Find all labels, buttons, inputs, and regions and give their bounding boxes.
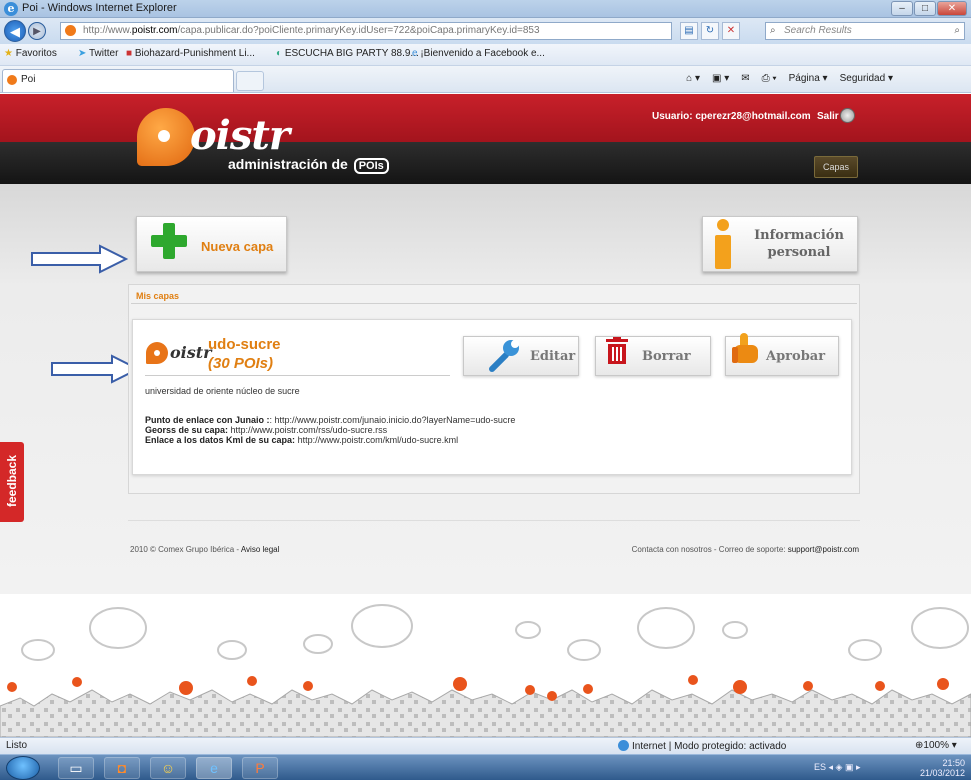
- search-input[interactable]: ⌕ Search Results ⌕: [765, 22, 965, 40]
- search-provider-icon: ⌕: [770, 25, 776, 36]
- fav-item-escucha[interactable]: ◐ ESCUCHA BIG PARTY 88.9...: [276, 48, 419, 59]
- start-button[interactable]: [6, 756, 40, 780]
- favorites-bar: ★ Favoritos ➤ Twitter ■ Biohazard-Punish…: [0, 44, 971, 66]
- my-layers-panel: Mis capas oistr udo-sucre (30 POIs) univ…: [128, 284, 860, 494]
- tab-poi[interactable]: Poi: [2, 69, 234, 92]
- edit-button[interactable]: Editar: [463, 336, 579, 376]
- layer-links: Punto de enlace con Junaio :: http://www…: [145, 415, 516, 445]
- page-icon: ◐: [276, 48, 283, 59]
- ie-page-icon: e: [412, 48, 418, 59]
- fav-item-facebook[interactable]: e ¡Bienvenido a Facebook e...: [412, 48, 545, 59]
- city-skyline-illustration: [0, 604, 971, 737]
- refresh-icon[interactable]: ↻: [701, 22, 719, 40]
- plus-icon: [151, 223, 187, 259]
- minimize-button[interactable]: –: [891, 1, 913, 16]
- contact-link[interactable]: Contacta con nosotros - Correo de soport…: [632, 545, 788, 554]
- favorites-button[interactable]: ★ Favoritos: [4, 48, 57, 59]
- trash-icon: [606, 337, 628, 364]
- fav-item-biohazard[interactable]: ■ Biohazard-Punishment Li...: [126, 48, 255, 59]
- clock[interactable]: 21:50 21/03/2012: [920, 758, 965, 778]
- video-icon: ■: [126, 48, 133, 59]
- home-icon[interactable]: ⌂ ▾: [686, 73, 700, 84]
- twitter-icon: ➤: [78, 48, 87, 59]
- fav-item-twitter[interactable]: ➤ Twitter: [78, 48, 118, 59]
- user-label: Usuario: cperezr28@hotmail.com: [652, 111, 811, 122]
- globe-icon: [618, 740, 629, 751]
- ie-taskbar-icon[interactable]: e: [196, 757, 232, 779]
- web-page: oistr administración de POIs Usuario: cp…: [0, 94, 971, 737]
- approve-button[interactable]: Aprobar: [725, 333, 839, 376]
- print-icon[interactable]: ⎙ ▾: [762, 73, 777, 84]
- favicon-icon: [65, 25, 76, 36]
- new-layer-button[interactable]: Nueva capa: [136, 216, 287, 272]
- delete-button[interactable]: Borrar: [595, 336, 711, 376]
- title-bar: e Poi - Windows Internet Explorer – □ ✕: [0, 0, 971, 18]
- powerpoint-icon[interactable]: P: [242, 757, 278, 779]
- feedback-tab[interactable]: feedback: [0, 442, 24, 522]
- security-zone[interactable]: Internet | Modo protegido: activado: [618, 740, 786, 752]
- maximize-button[interactable]: □: [914, 1, 936, 16]
- ie-logo-icon: e: [4, 2, 18, 16]
- info-icon: [709, 219, 737, 271]
- page-menu[interactable]: Página ▾: [789, 73, 828, 84]
- close-button[interactable]: ✕: [937, 1, 967, 16]
- forward-button[interactable]: ▶: [28, 22, 46, 40]
- favicon-icon: [7, 75, 17, 85]
- messenger-icon[interactable]: ☺: [150, 757, 186, 779]
- logo-text: oistr: [190, 112, 290, 159]
- copyright: 2010 © Comex Grupo Ibérica - Aviso legal: [130, 545, 280, 554]
- new-tab-button[interactable]: [236, 71, 264, 91]
- thumbs-up-icon: [732, 333, 758, 363]
- taskbar: ▭ ◘ ☺ e P ES ◂ ◈ ▣ ▸ 21:50 21/03/2012: [0, 754, 971, 780]
- browser-window: e Poi - Windows Internet Explorer – □ ✕ …: [0, 0, 971, 780]
- support-email-link[interactable]: support@poistr.com: [788, 545, 859, 554]
- contact-info: Contacta con nosotros - Correo de soport…: [632, 545, 859, 554]
- explorer-icon[interactable]: ▭: [58, 757, 94, 779]
- layer-name[interactable]: udo-sucre: [208, 336, 281, 353]
- window-title: Poi - Windows Internet Explorer: [22, 2, 177, 14]
- search-icon[interactable]: ⌕: [954, 23, 960, 39]
- security-menu[interactable]: Seguridad ▾: [840, 73, 893, 84]
- kml-link[interactable]: http://www.poistr.com/kml/udo-sucre.kml: [295, 435, 459, 445]
- layer-description: universidad de oriente núcleo de sucre: [145, 386, 300, 396]
- logout-link[interactable]: Salir: [817, 111, 839, 122]
- office-icon[interactable]: ◘: [104, 757, 140, 779]
- address-bar: ◀ ▶ http://www.poistr.com/capa.publicar.…: [0, 18, 971, 44]
- zoom-level[interactable]: ⊕100% ▾: [915, 740, 957, 751]
- legal-link[interactable]: Aviso legal: [241, 545, 280, 554]
- compatibility-icon[interactable]: ▤: [680, 22, 698, 40]
- tab-capas[interactable]: Capas: [814, 156, 858, 178]
- back-button[interactable]: ◀: [4, 20, 26, 42]
- layer-logo: oistr: [146, 342, 212, 366]
- power-icon[interactable]: [840, 108, 855, 123]
- status-text: Listo: [6, 740, 28, 751]
- mail-icon[interactable]: ✉: [741, 73, 749, 84]
- admin-title: administración de POIs: [228, 156, 389, 174]
- junaio-link[interactable]: : http://www.poistr.com/junaio.inicio.do…: [270, 415, 516, 425]
- wrench-icon: [489, 340, 519, 372]
- georss-link[interactable]: http://www.poistr.com/rss/udo-sucre.rss: [228, 425, 388, 435]
- layer-card: oistr udo-sucre (30 POIs) universidad de…: [132, 319, 852, 475]
- layer-poi-count: (30 POIs): [208, 355, 274, 372]
- feeds-icon[interactable]: ▣ ▾: [712, 73, 729, 84]
- personal-info-button[interactable]: Información personal: [702, 216, 858, 272]
- command-bar: ⌂ ▾ ▣ ▾ ✉ ⎙ ▾ Página ▾ Seguridad ▾: [686, 73, 893, 84]
- arrow-annotation-icon: [31, 244, 129, 274]
- section-title: Mis capas: [136, 291, 180, 301]
- tray-icons[interactable]: ES ◂ ◈ ▣ ▸: [814, 762, 860, 773]
- status-bar: Listo Internet | Modo protegido: activad…: [0, 737, 971, 754]
- url-input[interactable]: http://www.poistr.com/capa.publicar.do?p…: [60, 22, 672, 40]
- tab-bar: Poi ⌂ ▾ ▣ ▾ ✉ ⎙ ▾ Página ▾ Seguridad ▾: [0, 66, 971, 93]
- stop-icon[interactable]: ✕: [722, 22, 740, 40]
- star-icon: ★: [4, 48, 13, 59]
